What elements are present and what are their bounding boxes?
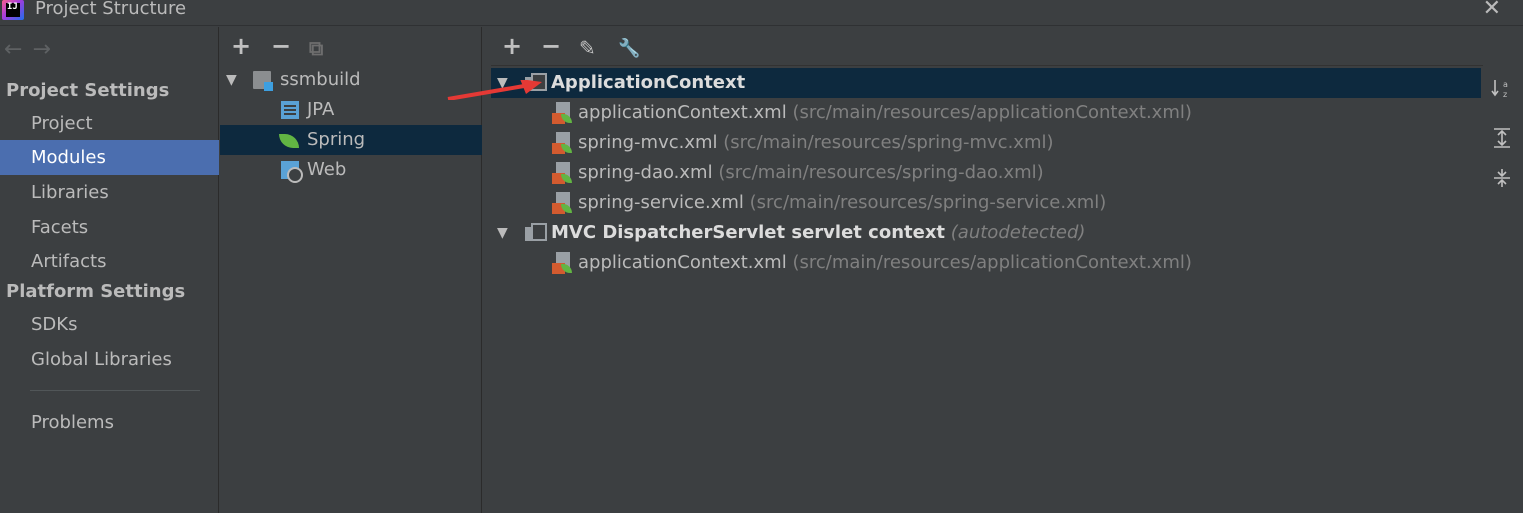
divider [30,390,200,391]
facet-item-jpa[interactable]: JPA [220,95,482,125]
forward-arrow-icon[interactable]: → [32,37,60,62]
context-name: ApplicationContext [551,72,746,93]
collapse-all-icon[interactable] [1491,167,1513,189]
file-path: (src/main/resources/spring-dao.xml) [718,162,1044,183]
spring-facet-pane: + − ✎ 🔧 ▼ ApplicationContext application… [491,27,1523,513]
servlet-context-icon [525,223,547,243]
nav-item-problems[interactable]: Problems [0,405,219,440]
file-name: spring-dao.xml [578,162,713,183]
expand-caret-icon[interactable]: ▼ [497,218,508,248]
file-name: applicationContext.xml [578,102,787,123]
wrench-icon[interactable]: 🔧 [618,36,640,62]
nav-item-project[interactable]: Project [0,106,219,141]
toolbar-separator [491,65,1483,66]
nav-item-sdks[interactable]: SDKs [0,307,219,342]
add-context-button[interactable]: + [502,33,522,59]
jpa-icon [281,101,299,119]
context-file-row[interactable]: spring-mvc.xml (src/main/resources/sprin… [491,128,1481,158]
expand-caret-icon[interactable]: ▼ [226,65,237,95]
context-file-row[interactable]: applicationContext.xml (src/main/resourc… [491,98,1481,128]
nav-item-facets[interactable]: Facets [0,210,219,245]
platform-settings-header: Platform Settings [6,281,186,302]
context-file-row[interactable]: spring-service.xml (src/main/resources/s… [491,188,1481,218]
nav-item-libraries[interactable]: Libraries [0,175,219,210]
file-path: (src/main/resources/spring-service.xml) [749,192,1107,213]
settings-navigation: ←→ Project Settings Project Modules Libr… [0,27,219,513]
nav-item-artifacts[interactable]: Artifacts [0,244,219,279]
file-name: spring-service.xml [578,192,744,213]
facet-label: Spring [307,129,366,150]
sort-alphabetically-icon[interactable]: az [1491,77,1513,99]
svg-text:a: a [1503,80,1508,89]
remove-context-button[interactable]: − [541,33,561,59]
nav-item-global-libraries[interactable]: Global Libraries [0,342,219,377]
file-path: (src/main/resources/applicationContext.x… [792,252,1192,273]
edit-icon[interactable]: ✎ [579,35,596,61]
autodetected-note: (autodetected) [950,222,1086,243]
context-file-row[interactable]: spring-dao.xml (src/main/resources/sprin… [491,158,1481,188]
nav-item-modules[interactable]: Modules [0,140,219,175]
modules-pane: + − ⧉ ▼ ssmbuild JPA Spring Web [220,27,482,513]
svg-text:z: z [1503,90,1507,99]
module-folder-icon [253,71,273,91]
history-navigation: ←→ [4,37,61,62]
copy-module-button[interactable]: ⧉ [309,35,323,61]
facet-item-web[interactable]: Web [220,155,482,185]
annotation-arrow-icon [447,80,542,100]
context-name: MVC DispatcherServlet servlet context [551,222,946,243]
spring-leaf-icon [279,134,299,148]
window-title: Project Structure [35,0,187,19]
spring-xml-file-icon [552,132,572,154]
title-bar: IJ Project Structure ✕ [0,0,1523,26]
expand-all-icon[interactable] [1491,127,1513,149]
module-tree-root[interactable]: ▼ ssmbuild [220,65,482,95]
spring-xml-file-icon [552,252,572,274]
facet-label: JPA [307,99,335,120]
back-arrow-icon[interactable]: ← [4,37,32,62]
close-icon[interactable]: ✕ [1483,0,1501,21]
remove-module-button[interactable]: − [271,33,291,59]
context-row-mvc-dispatcher[interactable]: ▼ MVC DispatcherServlet servlet context … [491,218,1481,248]
project-settings-header: Project Settings [6,80,170,101]
spring-xml-file-icon [552,162,572,184]
web-icon [281,161,303,183]
file-path: (src/main/resources/applicationContext.x… [792,102,1192,123]
spring-xml-file-icon [552,192,572,214]
add-module-button[interactable]: + [231,33,251,59]
context-file-row[interactable]: applicationContext.xml (src/main/resourc… [491,248,1481,278]
file-name: applicationContext.xml [578,252,787,273]
intellij-logo-icon: IJ [2,0,24,20]
module-name: ssmbuild [280,69,361,90]
spring-xml-file-icon [552,102,572,124]
file-path: (src/main/resources/spring-mvc.xml) [723,132,1054,153]
facet-item-spring[interactable]: Spring [220,125,482,155]
context-row-application[interactable]: ▼ ApplicationContext [491,68,1481,98]
file-name: spring-mvc.xml [578,132,718,153]
facet-label: Web [307,159,347,180]
